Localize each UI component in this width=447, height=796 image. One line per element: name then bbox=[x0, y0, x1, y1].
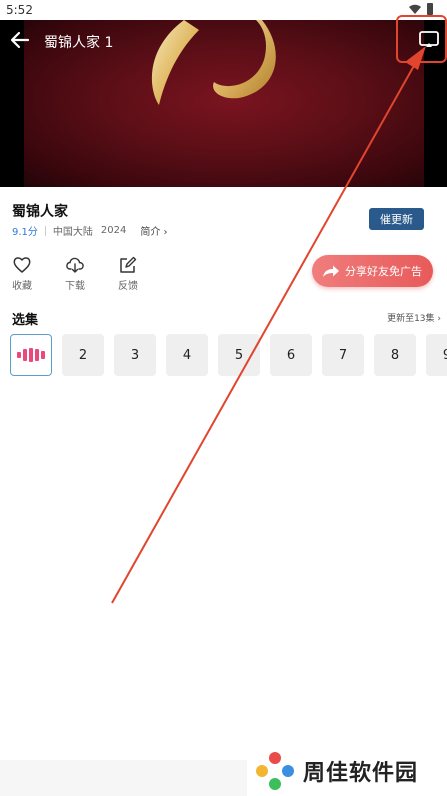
urge-update-button[interactable]: 催更新 bbox=[369, 208, 424, 230]
watermark-logo-icon bbox=[256, 751, 294, 790]
battery-icon bbox=[427, 3, 433, 15]
video-player[interactable]: 蜀锦人家 1 bbox=[0, 20, 447, 187]
drama-region: 中国大陆 bbox=[52, 227, 93, 238]
episode-item[interactable]: 7 bbox=[322, 334, 364, 376]
back-arrow-icon[interactable] bbox=[8, 28, 32, 52]
episode-item[interactable]: 4 bbox=[166, 334, 208, 376]
drama-title: 蜀锦人家 bbox=[12, 204, 68, 220]
download-button[interactable]: 下载 bbox=[57, 255, 93, 292]
episode-1-playing[interactable] bbox=[10, 334, 52, 376]
episode-list: 2 3 4 5 6 7 8 9 bbox=[10, 334, 447, 376]
watermark-text: 周佳软件园 bbox=[303, 760, 419, 786]
drama-meta: 9.1分 中国大陆 2024 简介 › bbox=[12, 223, 168, 238]
episodes-title: 选集 bbox=[12, 313, 39, 328]
episode-item[interactable]: 5 bbox=[218, 334, 260, 376]
meta-divider bbox=[44, 225, 46, 236]
share-arrow-icon bbox=[323, 265, 339, 277]
download-label: 下载 bbox=[65, 281, 85, 292]
cast-button-highlight bbox=[396, 15, 447, 63]
watermark: 周佳软件园 bbox=[247, 745, 447, 796]
episode-item[interactable]: 8 bbox=[374, 334, 416, 376]
share-remove-ads-button[interactable]: 分享好友免广告 bbox=[312, 255, 433, 287]
status-time: 5:52 bbox=[6, 3, 33, 17]
episodes-update-status[interactable]: 更新至13集 › bbox=[387, 311, 441, 324]
rating-score: 9.1分 bbox=[12, 227, 38, 238]
favorite-button[interactable]: 收藏 bbox=[4, 255, 40, 292]
feedback-label: 反馈 bbox=[118, 281, 138, 292]
episode-item[interactable]: 2 bbox=[62, 334, 104, 376]
edit-feedback-icon bbox=[120, 256, 137, 273]
heart-icon bbox=[13, 257, 31, 273]
intro-link[interactable]: 简介 › bbox=[140, 223, 167, 238]
status-bar: 5:52 bbox=[0, 0, 447, 20]
favorite-label: 收藏 bbox=[12, 281, 32, 292]
bottom-strip bbox=[0, 760, 247, 796]
video-title: 蜀锦人家 1 bbox=[44, 35, 114, 51]
share-ad-label: 分享好友免广告 bbox=[345, 265, 422, 278]
episode-item[interactable]: 3 bbox=[114, 334, 156, 376]
episode-item[interactable]: 6 bbox=[270, 334, 312, 376]
cloud-download-icon bbox=[66, 257, 84, 273]
playing-bars-icon bbox=[17, 348, 45, 362]
drama-year: 2024 bbox=[100, 225, 127, 236]
feedback-button[interactable]: 反馈 bbox=[110, 255, 146, 292]
episode-item[interactable]: 9 bbox=[426, 334, 447, 376]
wifi-icon bbox=[409, 4, 421, 14]
